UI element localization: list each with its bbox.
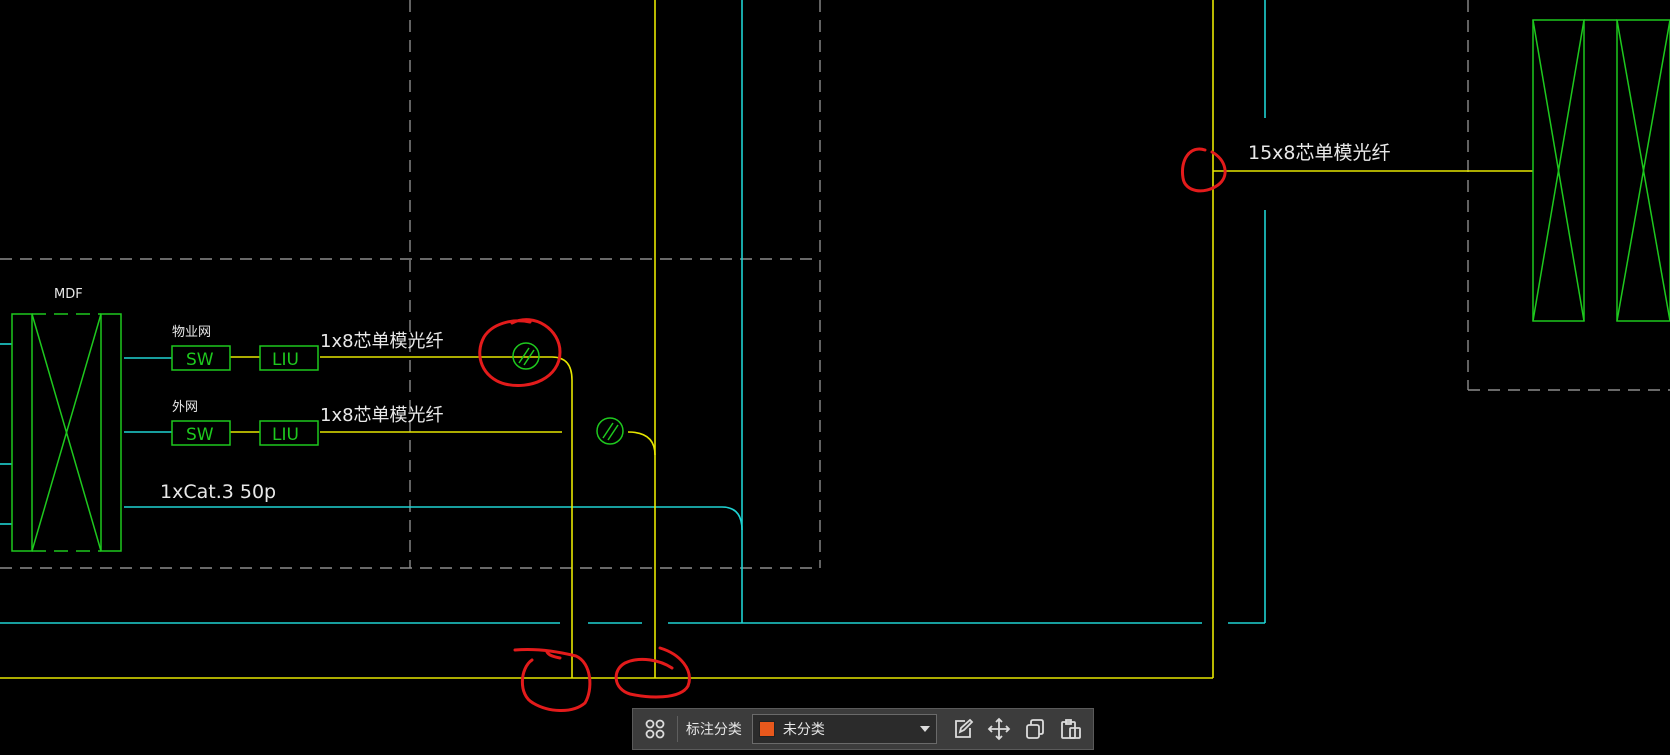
liu1-text: LIU [272, 350, 299, 370]
yellow-fiber-lines [0, 0, 1533, 679]
red-markup-annotations [478, 147, 1227, 712]
category-label: 标注分类 [685, 722, 742, 738]
fiber-right-label: 15x8芯单模光纤 [1248, 142, 1391, 164]
markup-circle-splice [478, 318, 562, 387]
markup-circle-bottom-right [614, 646, 691, 699]
sw2-text: SW [186, 425, 214, 445]
liu2-text: LIU [272, 425, 299, 445]
fiber1-label: 1x8芯单模光纤 [320, 331, 444, 352]
category-color-swatch [758, 721, 775, 737]
category-select-value: 未分类 [782, 722, 825, 738]
annotation-toolbar: 标注分类 未分类 [632, 708, 1094, 750]
copy-icon[interactable] [1019, 713, 1051, 745]
fiber2-label: 1x8芯单模光纤 [320, 405, 444, 426]
cyan-lines [0, 0, 1266, 624]
cad-drawing-canvas[interactable]: MDF 物业网 外网 1x8芯单模光纤 1x8芯单模光纤 1xCat.3 50p… [0, 0, 1670, 755]
green-equipment [11, 19, 1670, 552]
sw1-text: SW [186, 350, 214, 370]
markup-circle-bottom-left [513, 648, 592, 712]
move-icon[interactable] [983, 713, 1015, 745]
paste-icon[interactable] [1055, 713, 1087, 745]
net1-label: 物业网 [172, 325, 211, 340]
chevron-down-icon [920, 726, 931, 732]
markup-circle-right [1180, 147, 1227, 193]
mdf-label: MDF [54, 287, 83, 302]
net2-label: 外网 [172, 400, 198, 415]
toolbar-divider [676, 716, 678, 742]
edit-icon[interactable] [947, 713, 979, 745]
cat3-label: 1xCat.3 50p [160, 481, 276, 503]
category-select[interactable]: 未分类 [751, 714, 938, 744]
grid-icon[interactable] [639, 713, 671, 745]
